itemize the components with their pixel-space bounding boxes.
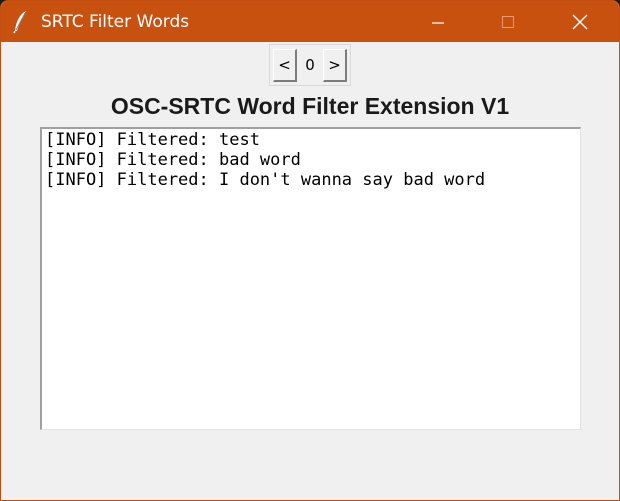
maximize-button[interactable] [473, 1, 543, 42]
log-line: [INFO] Filtered: I don't wanna say bad w… [45, 170, 486, 190]
index-stepper: < 0 > [269, 44, 351, 86]
log-line: [INFO] Filtered: test [45, 130, 260, 150]
maximize-icon [502, 16, 514, 28]
log-textbox[interactable]: [INFO] Filtered: test [INFO] Filtered: b… [40, 127, 581, 430]
title-bar[interactable]: SRTC Filter Words [1, 1, 619, 42]
minimize-button[interactable] [403, 1, 473, 42]
feather-icon [13, 10, 29, 34]
window-title: SRTC Filter Words [41, 12, 190, 32]
close-button[interactable] [545, 1, 615, 42]
minimize-icon [432, 22, 444, 24]
previous-button[interactable]: < [273, 49, 297, 82]
next-button[interactable]: > [323, 49, 347, 82]
close-icon [572, 14, 588, 30]
stepper-value: 0 [305, 56, 315, 74]
app-window: SRTC Filter Words < 0 > OSC-SRTC Word Fi… [0, 0, 620, 501]
log-line: [INFO] Filtered: bad word [45, 150, 301, 170]
page-title: OSC-SRTC Word Filter Extension V1 [110, 93, 510, 119]
